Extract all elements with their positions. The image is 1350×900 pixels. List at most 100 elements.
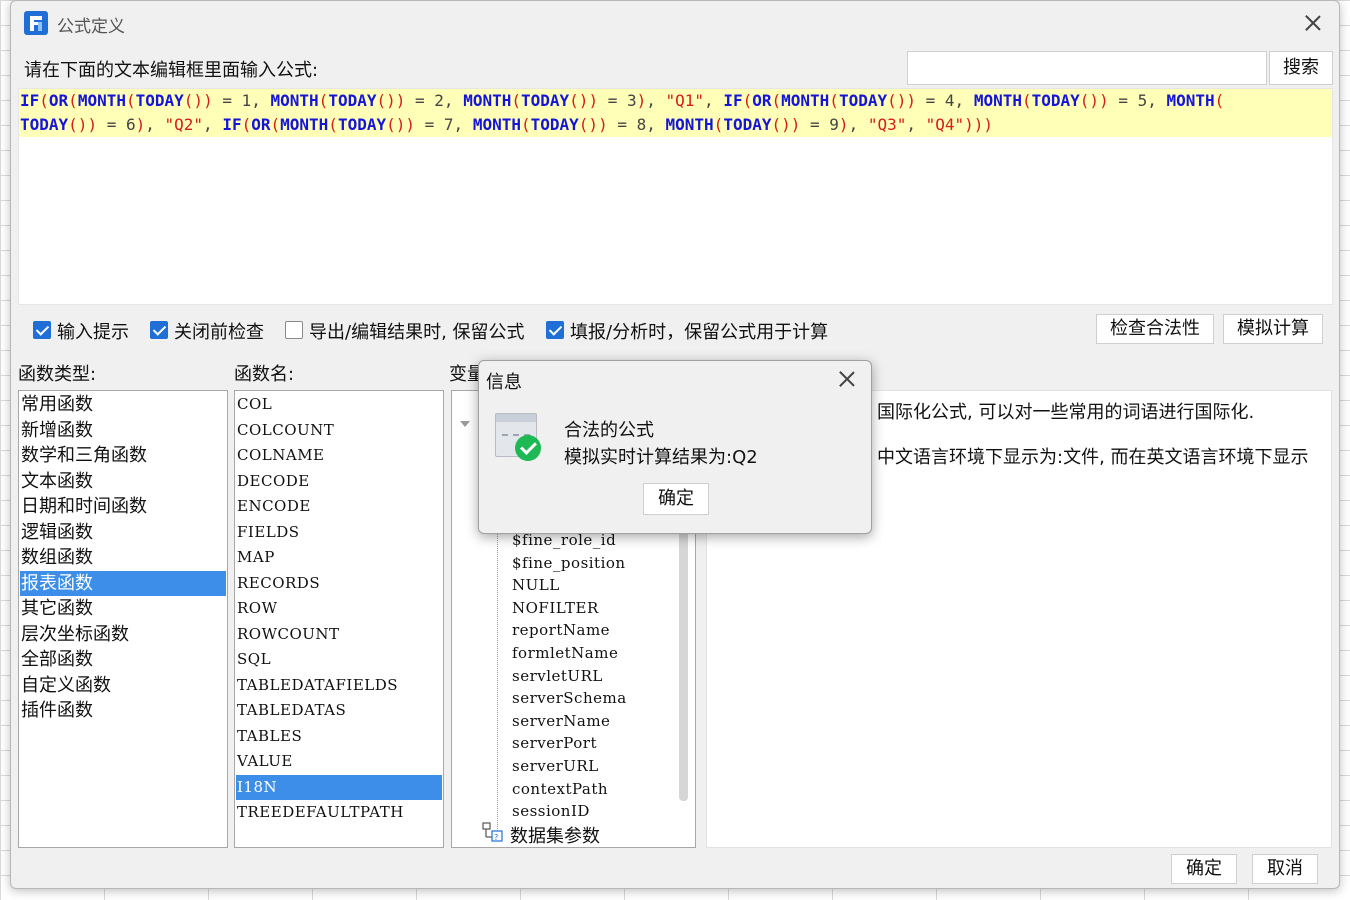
variable-item[interactable]: sessionID — [512, 802, 590, 820]
dialog-ok-button[interactable]: 确定 — [643, 483, 709, 515]
function-type-item[interactable]: 新增函数 — [20, 418, 226, 443]
keep-formula-for-calc-checkbox[interactable] — [546, 321, 564, 339]
formula-token: TODAY — [328, 91, 377, 110]
variable-item[interactable]: serverSchema — [512, 689, 627, 707]
input-hint-checkbox[interactable] — [33, 321, 51, 339]
function-type-item[interactable]: 自定义函数 — [20, 673, 226, 698]
formula-token: , — [203, 115, 223, 134]
function-type-item[interactable]: 文本函数 — [20, 469, 226, 494]
formula-token: ) — [135, 115, 146, 134]
dialog-message: 合法的公式 — [564, 420, 654, 441]
function-type-item[interactable]: 全部函数 — [20, 647, 226, 672]
function-name-item[interactable]: ROW — [236, 596, 442, 621]
variable-item[interactable]: NULL — [512, 576, 560, 594]
variable-item[interactable]: formletName — [512, 644, 618, 662]
formula-token: ()) — [183, 91, 213, 110]
formula-token: ( — [328, 115, 338, 134]
dialog-title: 信息 — [486, 372, 522, 393]
function-type-item[interactable]: 逻辑函数 — [20, 520, 226, 545]
formula-token: TODAY — [838, 91, 888, 110]
formula-token: , — [145, 115, 165, 134]
function-name-item[interactable]: I18N — [236, 774, 442, 800]
formula-token: ( — [713, 115, 724, 134]
window-title: 公式定义 — [57, 17, 125, 37]
input-hint-label: 输入提示 — [57, 322, 129, 343]
formula-token: , — [646, 91, 666, 110]
variable-item[interactable]: servletURL — [512, 667, 603, 685]
function-name-item[interactable]: RECORDS — [236, 571, 442, 596]
formula-token: ()) — [68, 115, 98, 134]
function-name-item[interactable]: TREEDEFAULTPATH — [236, 800, 442, 825]
ok-button[interactable]: 确定 — [1171, 854, 1237, 884]
formula-token: = 7, — [415, 115, 473, 134]
function-name-item[interactable]: ROWCOUNT — [236, 622, 442, 647]
function-name-item[interactable]: TABLES — [236, 724, 442, 749]
formula-token: , — [704, 91, 724, 110]
formula-line-1: IF(OR(MONTH(TODAY()) = 1, MONTH(TODAY())… — [20, 91, 1224, 110]
close-icon[interactable] — [1301, 11, 1325, 35]
function-name-item[interactable]: VALUE — [236, 749, 442, 774]
function-name-item[interactable]: MAP — [236, 545, 442, 570]
formula-token: = 3 — [598, 91, 637, 110]
formula-editor[interactable]: IF(OR(MONTH(TODAY()) = 1, MONTH(TODAY())… — [18, 88, 1333, 305]
function-type-item[interactable]: 层次坐标函数 — [20, 622, 226, 647]
formula-token: OR — [251, 115, 271, 134]
cancel-button[interactable]: 取消 — [1252, 854, 1318, 884]
function-type-item[interactable]: 其它函数 — [20, 596, 226, 621]
function-name-item[interactable]: COLNAME — [236, 443, 442, 468]
formula-token: ( — [318, 91, 329, 110]
simulate-calc-button[interactable]: 模拟计算 — [1223, 314, 1323, 344]
variable-item[interactable]: serverPort — [512, 734, 597, 752]
search-input[interactable] — [907, 51, 1267, 85]
function-name-list[interactable]: COL COLCOUNT COLNAME DECODE ENCODE FIELDS MAP R… — [234, 390, 444, 848]
formula-token: ()) — [887, 91, 917, 110]
dialog-close-icon[interactable] — [835, 367, 859, 391]
function-type-item[interactable]: 数学和三角函数 — [20, 443, 226, 468]
formula-token: = 6 — [97, 115, 136, 134]
formula-token: ( — [520, 115, 531, 134]
function-name-item[interactable]: SQL — [236, 647, 442, 672]
formula-token: TODAY — [723, 115, 772, 134]
function-type-item[interactable]: 日期和时间函数 — [20, 494, 226, 519]
function-type-item[interactable]: 插件函数 — [20, 698, 226, 723]
function-name-item[interactable]: DECODE — [236, 469, 442, 494]
check-before-close-checkbox[interactable] — [150, 321, 168, 339]
formula-token: = 1, — [212, 91, 271, 110]
function-name-item[interactable]: TABLEDATAS — [236, 698, 442, 723]
variable-item[interactable]: NOFILTER — [512, 599, 599, 617]
variable-item[interactable]: contextPath — [512, 780, 608, 798]
formula-token: TODAY — [20, 115, 69, 134]
function-type-item[interactable]: 报表函数 — [20, 570, 226, 596]
app-logo-icon — [24, 11, 48, 35]
function-name-item[interactable]: ENCODE — [236, 494, 442, 519]
formula-token: ( — [742, 91, 753, 110]
formula-token: MONTH — [463, 91, 512, 110]
formula-token: TODAY — [135, 91, 184, 110]
formula-token: ( — [125, 91, 136, 110]
function-name-item[interactable]: FIELDS — [236, 520, 442, 545]
formula-token: MONTH — [665, 115, 714, 134]
formula-token: ( — [1214, 91, 1225, 110]
function-type-item[interactable]: 常用函数 — [20, 392, 226, 417]
formula-token: = 2, — [405, 91, 464, 110]
info-dialog: 信息 合法的公式 模拟实时计算结果为:Q2 确定 — [478, 360, 872, 534]
dataset-parameter-node[interactable]: 数据集参数 — [510, 822, 600, 848]
tree-collapse-icon[interactable] — [460, 421, 470, 427]
search-button[interactable]: 搜索 — [1269, 51, 1333, 85]
variable-item[interactable]: serverURL — [512, 757, 599, 775]
formula-token: ) — [838, 115, 849, 134]
variable-item[interactable]: reportName — [512, 621, 610, 639]
keep-formula-on-export-checkbox[interactable] — [285, 321, 303, 339]
function-name-item[interactable]: TABLEDATAFIELDS — [236, 673, 442, 698]
title-bar: 公式定义 — [11, 1, 1339, 43]
variable-item[interactable]: $fine_position — [512, 554, 626, 572]
formula-token: MONTH — [781, 91, 830, 110]
formula-prompt: 请在下面的文本编辑框里面输入公式: — [24, 60, 319, 81]
function-type-list[interactable]: 常用函数 新增函数 数学和三角函数 文本函数 日期和时间函数 逻辑函数 数组函数 报表函数 其它… — [18, 390, 228, 848]
function-name-item[interactable]: COL — [236, 392, 442, 417]
formula-token: MONTH — [270, 91, 319, 110]
function-type-item[interactable]: 数组函数 — [20, 545, 226, 570]
variable-item[interactable]: serverName — [512, 712, 610, 730]
check-validity-button[interactable]: 检查合法性 — [1096, 314, 1214, 344]
function-name-item[interactable]: COLCOUNT — [236, 418, 442, 443]
